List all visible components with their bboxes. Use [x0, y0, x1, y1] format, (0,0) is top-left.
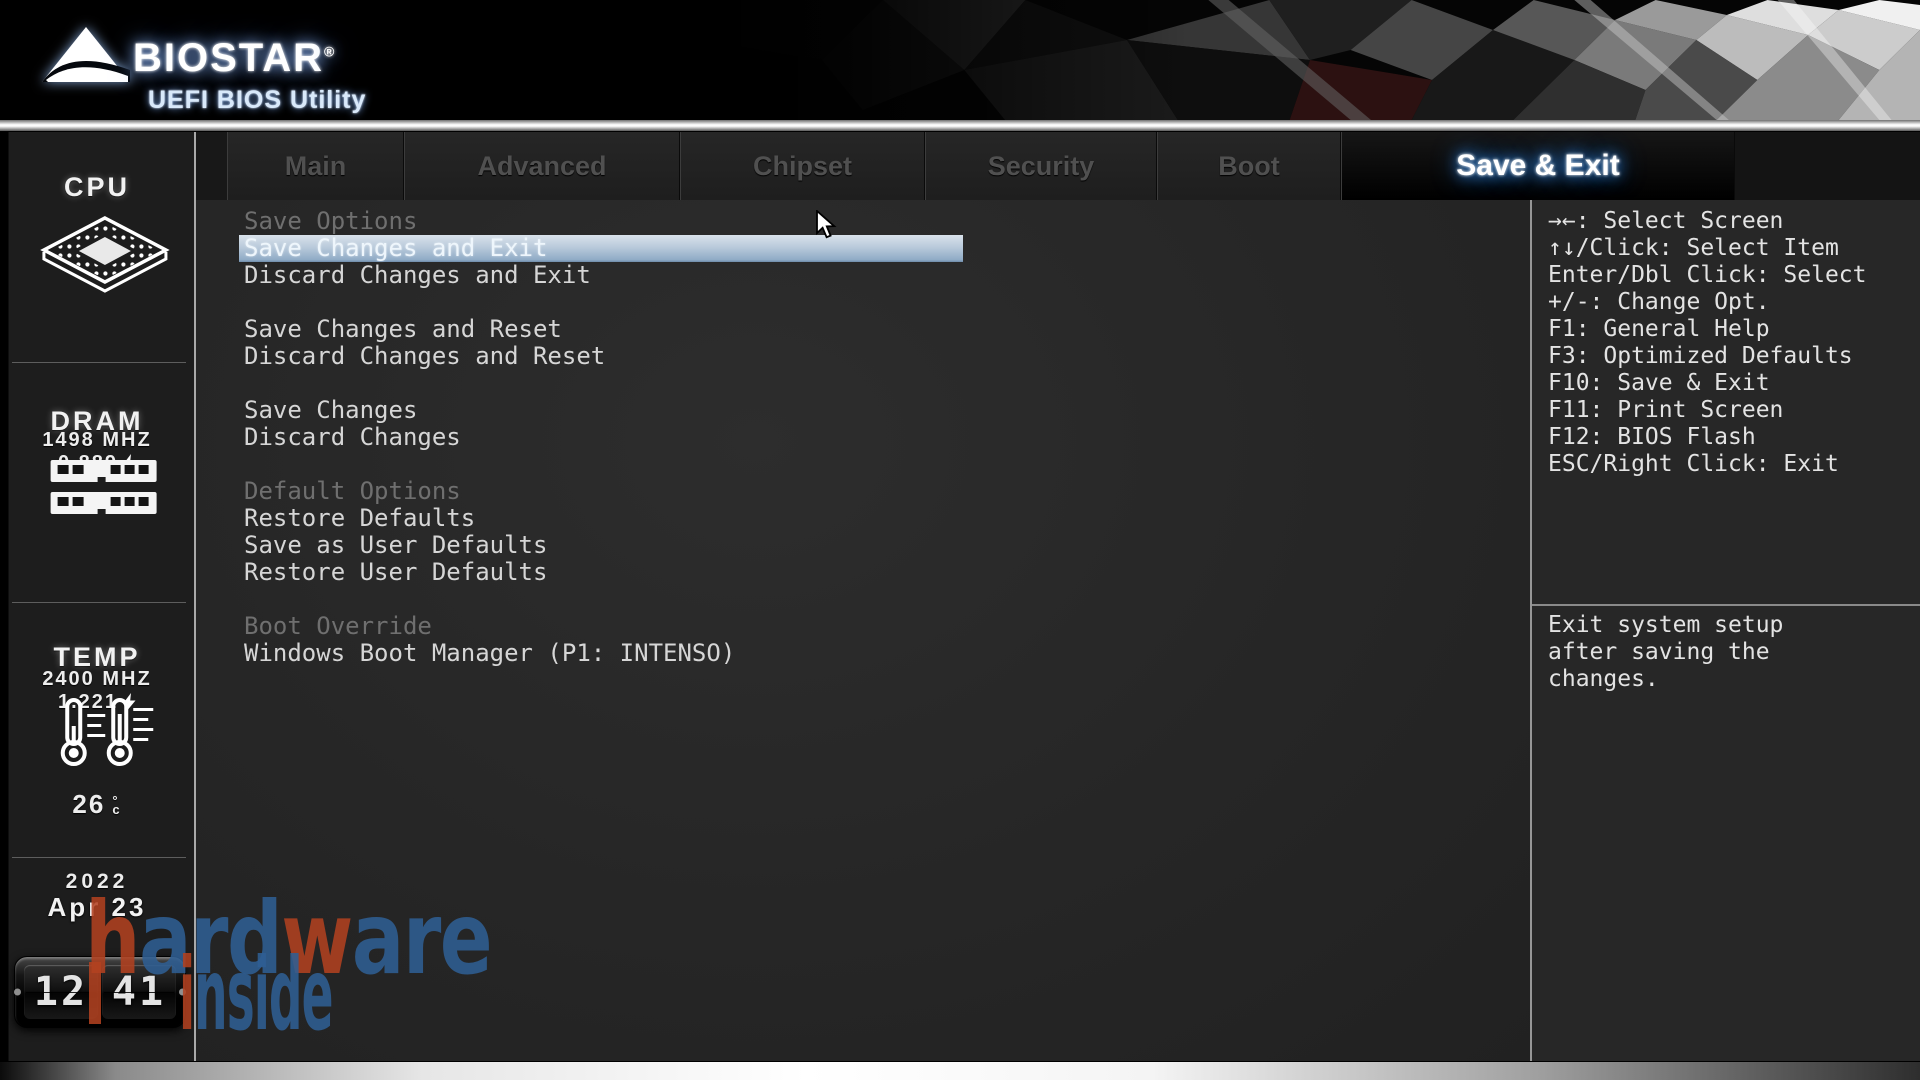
- menu-list: Save Options Save Changes and Exit Discard…: [196, 208, 1530, 667]
- tab-security[interactable]: Security: [925, 132, 1157, 200]
- help-key-line: F12: BIOS Flash: [1548, 424, 1756, 450]
- help-description-line: changes.: [1548, 666, 1659, 692]
- tab-advanced[interactable]: Advanced: [404, 132, 680, 200]
- help-key-line: F3: Optimized Defaults: [1548, 343, 1853, 369]
- menu-gap: [196, 586, 1530, 613]
- menu-item[interactable]: Restore User Defaults: [196, 559, 1530, 586]
- help-key-line: F1: General Help: [1548, 316, 1770, 342]
- cpu-chip-icon: [40, 216, 170, 293]
- sidebar-divider: [12, 602, 186, 603]
- menu-item[interactable]: Discard Changes: [196, 424, 1530, 451]
- menu-item-selected[interactable]: Save Changes and Exit: [196, 235, 1530, 262]
- temp-section-title: TEMP: [53, 642, 141, 672]
- help-key-line: +/-: Change Opt.: [1548, 289, 1770, 315]
- tab-bar-spacer: [196, 132, 227, 200]
- tab-save-exit[interactable]: Save & Exit: [1341, 132, 1735, 200]
- clock-minutes: 41: [102, 965, 176, 1019]
- crystal-banner-image: [700, 0, 1920, 120]
- menu-item[interactable]: Windows Boot Manager (P1: INTENSO): [196, 640, 1530, 667]
- tab-bar-filler: [1735, 132, 1920, 200]
- help-key-line: ↑↓/Click: Select Item: [1548, 235, 1839, 261]
- registered-mark: ®: [324, 43, 337, 60]
- menu-item[interactable]: Save Changes: [196, 397, 1530, 424]
- help-key-line: Enter/Dbl Click: Select: [1548, 262, 1867, 288]
- dram-section-title: DRAM: [50, 406, 144, 436]
- system-year: 2022: [65, 870, 129, 893]
- header-banner: BIOSTAR® UEFI BIOS Utility: [0, 0, 1920, 120]
- menu-section-header: Boot Override: [244, 612, 432, 640]
- menu-gap: [196, 289, 1530, 316]
- cpu-section-title: CPU: [63, 172, 130, 202]
- system-date: Apr 23: [47, 892, 147, 922]
- metallic-strip-top: [0, 120, 1920, 132]
- sidebar-divider: [12, 362, 186, 363]
- menu-section-header: Save Options: [244, 207, 418, 235]
- dram-modules-icon: [50, 460, 157, 514]
- help-key-line: →←: Select Screen: [1548, 208, 1784, 234]
- menu-gap: [196, 370, 1530, 397]
- help-description-line: Exit system setup: [1548, 612, 1784, 638]
- clock-hours: 12: [24, 965, 98, 1019]
- utility-subtitle: UEFI BIOS Utility: [148, 86, 367, 114]
- sidebar-divider: [12, 857, 186, 858]
- help-key-line: F10: Save & Exit: [1548, 370, 1770, 396]
- help-panel: →←: Select Screen ↑↓/Click: Select Item En…: [1530, 200, 1920, 1061]
- menu-section-header: Default Options: [244, 477, 461, 505]
- brand-triangle-icon: [42, 27, 130, 82]
- menu-item[interactable]: Discard Changes and Reset: [196, 343, 1530, 370]
- bios-screen: BIOSTAR® UEFI BIOS Utility Main Advanced C…: [0, 0, 1920, 1080]
- help-panel-divider: [1532, 604, 1920, 606]
- temperature-unit: ° c: [112, 792, 122, 817]
- brand-name: BIOSTAR®: [133, 36, 337, 80]
- menu-gap: [196, 451, 1530, 478]
- brand-logo: BIOSTAR® UEFI BIOS Utility: [30, 10, 550, 115]
- menu-item[interactable]: Save Changes and Reset: [196, 316, 1530, 343]
- help-key-line: F11: Print Screen: [1548, 397, 1784, 423]
- menu-item[interactable]: Save as User Defaults: [196, 532, 1530, 559]
- tab-boot[interactable]: Boot: [1157, 132, 1341, 200]
- tab-chipset[interactable]: Chipset: [680, 132, 925, 200]
- menu-item[interactable]: Restore Defaults: [196, 505, 1530, 532]
- menu-pane: Save Options Save Changes and Exit Discard…: [196, 200, 1530, 1061]
- help-key-list: →←: Select Screen ↑↓/Click: Select Item En…: [1548, 208, 1914, 478]
- status-sidebar: CPU 1498 MHZ 0.889 DRAM: [0, 132, 196, 1061]
- help-key-line: ESC/Right Click: Exit: [1548, 451, 1839, 477]
- tab-main[interactable]: Main: [227, 132, 404, 200]
- temperature-icon: [60, 698, 154, 766]
- flip-clock: 12 41: [14, 956, 186, 1028]
- help-description-line: after saving the: [1548, 639, 1770, 665]
- menu-item[interactable]: Discard Changes and Exit: [196, 262, 1530, 289]
- temperature-value: 26 ° c: [72, 789, 122, 819]
- metallic-strip-bottom: [0, 1061, 1920, 1080]
- tab-bar: Main Advanced Chipset Security Boot Save & Ex…: [196, 132, 1920, 200]
- help-description: Exit system setup after saving the changes…: [1548, 612, 1914, 693]
